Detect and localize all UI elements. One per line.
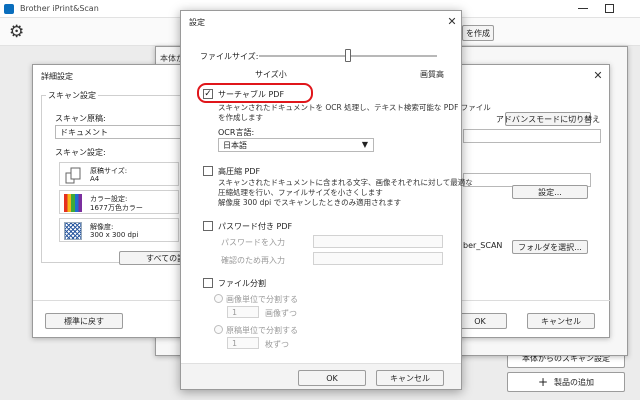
- create-button[interactable]: を作成: [462, 25, 494, 41]
- folder-path-fragment: ber_SCAN: [463, 241, 503, 250]
- split-by-document-label: 原稿単位で分割する: [226, 326, 298, 335]
- file-size-label: ファイルサイズ:: [200, 52, 259, 61]
- app-title: Brother iPrint&Scan: [20, 4, 99, 13]
- close-icon[interactable]: ✕: [445, 15, 459, 29]
- split-doc-unit: 枚ずつ: [265, 340, 289, 349]
- split-page-count[interactable]: 1: [227, 306, 259, 318]
- quality-high-label: 画質高: [420, 70, 444, 79]
- resolution-value: 300 x 300 dpi: [90, 231, 139, 239]
- password-pdf-checkbox[interactable]: [203, 221, 213, 231]
- ocr-language-select[interactable]: 日本語 ▼: [218, 138, 374, 152]
- ocr-language-value: 日本語: [223, 140, 247, 150]
- color-setting-item[interactable]: カラー設定: 1677万色カラー: [59, 190, 179, 214]
- password-input[interactable]: [313, 235, 443, 248]
- settings-button[interactable]: 設定...: [512, 185, 588, 199]
- high-compression-pdf-checkbox[interactable]: [203, 166, 213, 176]
- password-input-label: パスワードを入力: [221, 238, 285, 247]
- gear-icon[interactable]: ⚙: [9, 23, 27, 41]
- searchable-pdf-label[interactable]: サーチャブル PDF: [218, 89, 284, 100]
- searchable-pdf-checkbox[interactable]: ✓: [203, 89, 213, 99]
- file-split-label[interactable]: ファイル分割: [218, 278, 266, 289]
- searchable-pdf-desc-2: を作成します: [218, 113, 263, 122]
- high-compression-desc-3: 解像度 300 dpi でスキャンしたときのみ適用されます: [218, 198, 402, 207]
- scan-settings-group-title: スキャン設定: [46, 90, 98, 101]
- split-doc-count[interactable]: 1: [227, 337, 259, 349]
- password-confirm-input[interactable]: [313, 252, 443, 265]
- file-size-slider-thumb[interactable]: [345, 49, 351, 62]
- resolution-item[interactable]: 解像度: 300 x 300 dpi: [59, 218, 179, 242]
- scan-settings-label: スキャン設定:: [55, 148, 106, 157]
- advanced-mode-button[interactable]: アドバンスモードに切り替え: [496, 112, 600, 126]
- scan-document-label: スキャン原稿:: [55, 114, 106, 123]
- settings-cancel-button[interactable]: キャンセル: [376, 370, 444, 386]
- split-by-page-label: 画像単位で分割する: [226, 295, 298, 304]
- split-by-document-radio[interactable]: [214, 325, 223, 334]
- detail-right-field[interactable]: [463, 129, 601, 143]
- split-by-page-radio[interactable]: [214, 294, 223, 303]
- high-compression-pdf-label[interactable]: 高圧縮 PDF: [218, 166, 260, 177]
- high-compression-desc-2: 圧縮処理を行い、ファイルサイズを小さくします: [218, 188, 383, 197]
- detail-settings-title: 詳細設定: [41, 71, 73, 81]
- settings-title: 設定: [189, 17, 205, 27]
- password-confirm-label: 確認のため再入力: [221, 256, 285, 265]
- ocr-language-label: OCR言語:: [218, 128, 255, 137]
- color-setting-icon: [64, 194, 82, 212]
- detail-cancel-button[interactable]: キャンセル: [527, 313, 595, 329]
- app-sidebar-strip: [0, 46, 34, 400]
- size-small-label: サイズ小: [255, 70, 287, 79]
- add-device-button[interactable]: + 製品の追加: [507, 372, 625, 392]
- maximize-icon[interactable]: [605, 4, 614, 13]
- high-compression-desc-1: スキャンされたドキュメントに含まれる文字、画像それぞれに対して最適な: [218, 178, 473, 187]
- scan-document-select[interactable]: ドキュメント: [55, 125, 195, 139]
- select-folder-button[interactable]: フォルダを選択...: [512, 240, 588, 254]
- password-pdf-label[interactable]: パスワード付き PDF: [218, 221, 292, 232]
- color-setting-value: 1677万色カラー: [90, 204, 143, 212]
- minimize-icon[interactable]: [578, 8, 588, 9]
- reset-default-button[interactable]: 標準に戻す: [45, 313, 123, 329]
- searchable-pdf-desc-1: スキャンされたドキュメントを OCR 処理し、テキスト検索可能な PDF ファイ…: [218, 103, 491, 112]
- document-size-icon: [64, 166, 82, 184]
- chevron-down-icon: ▼: [361, 140, 368, 149]
- add-device-label: 製品の追加: [554, 377, 595, 387]
- plus-icon: +: [537, 375, 549, 389]
- split-page-unit: 画像ずつ: [265, 309, 297, 318]
- document-size-value: A4: [90, 175, 100, 183]
- settings-ok-button[interactable]: OK: [298, 370, 366, 386]
- settings-dialog: 設定 ✕ ファイルサイズ: サイズ小 画質高 ✓ サーチャブル PDF スキャン…: [180, 10, 491, 390]
- file-split-checkbox[interactable]: [203, 278, 213, 288]
- document-size-item[interactable]: 原稿サイズ: A4: [59, 162, 179, 186]
- app-logo-icon: [4, 4, 14, 14]
- all-settings-button[interactable]: すべての設定: [119, 251, 193, 265]
- close-icon[interactable]: ✕: [591, 69, 605, 83]
- settings-titlebar: 設定: [181, 11, 461, 33]
- resolution-icon: [64, 222, 82, 240]
